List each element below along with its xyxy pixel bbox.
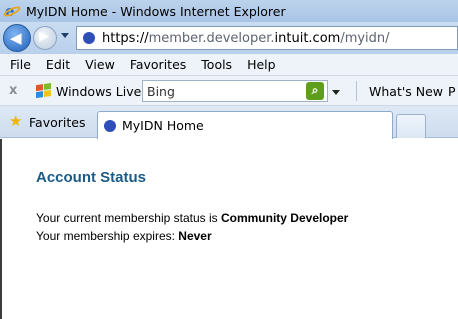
tab-myidn-home[interactable]: MyIDN Home xyxy=(97,111,393,139)
new-tab-button[interactable] xyxy=(396,114,426,138)
search-options-dropdown-icon[interactable] xyxy=(332,90,340,95)
membership-expiry-line: Your membership expires: Never xyxy=(36,229,212,243)
page-content: Account Status Your current membership s… xyxy=(0,139,458,319)
forward-button[interactable]: ▶ xyxy=(33,26,57,50)
title-bar: e MyIDN Home - Windows Internet Explorer xyxy=(0,0,458,22)
back-arrow-icon: ◀ xyxy=(10,29,22,47)
history-dropdown-icon[interactable] xyxy=(61,33,69,38)
site-favicon-icon xyxy=(83,32,95,44)
url-host: intuit.com xyxy=(274,30,341,46)
tab-label: MyIDN Home xyxy=(122,118,204,133)
whats-new-button[interactable]: What's New xyxy=(369,84,443,99)
url-prefix: member.developer. xyxy=(148,30,275,46)
menu-favorites[interactable]: Favorites xyxy=(130,57,186,72)
search-go-icon[interactable]: ⌕ xyxy=(306,82,324,100)
toolbar-overflow-item[interactable]: P xyxy=(448,84,456,99)
ie-logo-icon: e xyxy=(2,2,22,20)
url-scheme: https:// xyxy=(102,30,149,46)
favorites-star-icon: ★ xyxy=(9,112,23,130)
menu-tools[interactable]: Tools xyxy=(201,57,232,72)
forward-arrow-icon: ▶ xyxy=(39,29,49,44)
window-title: MyIDN Home - Windows Internet Explorer xyxy=(26,3,286,19)
windows-live-toolbar: x Windows Live Bing ⌕ What's New P xyxy=(0,76,458,106)
expiry-prefix: Your membership expires: xyxy=(36,229,179,243)
page-title: Account Status xyxy=(36,169,147,186)
url-path: /myidn/ xyxy=(340,30,390,46)
tab-favicon-icon xyxy=(104,120,116,132)
status-value: Community Developer xyxy=(220,211,349,225)
menu-edit[interactable]: Edit xyxy=(46,57,70,72)
toolbar-close-button[interactable]: x xyxy=(9,83,17,98)
membership-status-line: Your current membership status is Commun… xyxy=(36,211,348,225)
expiry-value: Never xyxy=(178,229,212,243)
menu-help[interactable]: Help xyxy=(247,57,276,72)
windows-live-button[interactable]: Windows Live xyxy=(56,84,141,99)
search-input[interactable]: Bing xyxy=(142,80,328,102)
navigation-bar: ◀ ▶ https://member.developer. intuit.com /… xyxy=(0,22,458,54)
toolbar-separator xyxy=(356,81,357,101)
tab-bar: ★ Favorites MyIDN Home xyxy=(0,106,458,139)
status-prefix: Your current membership status is xyxy=(36,211,221,225)
favorites-button[interactable]: Favorites xyxy=(29,115,85,130)
back-button[interactable]: ◀ xyxy=(3,24,31,52)
windows-live-icon xyxy=(36,83,52,99)
address-bar[interactable]: https://member.developer. intuit.com/myid… xyxy=(76,26,458,50)
menu-bar: File Edit View Favorites Tools Help xyxy=(0,54,458,76)
menu-file[interactable]: File xyxy=(10,57,31,72)
menu-view[interactable]: View xyxy=(85,57,115,72)
